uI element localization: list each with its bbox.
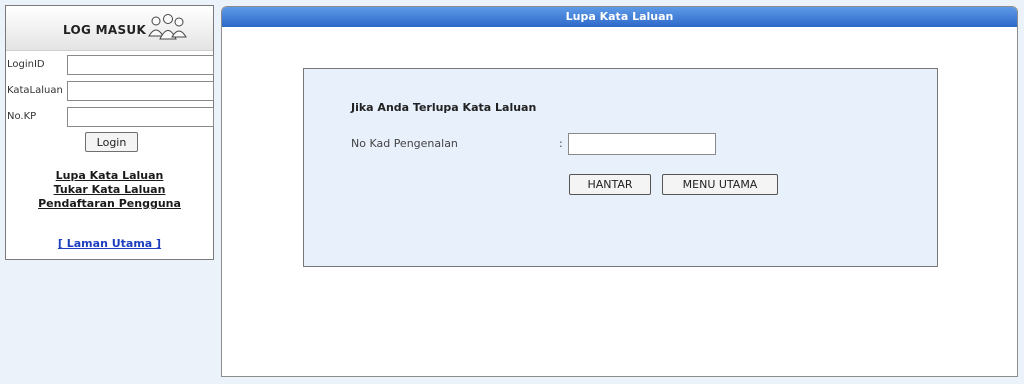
login-header: LOG MASUK: [6, 6, 213, 51]
login-panel: LOG MASUK LoginID KataLaluan No.KP Login…: [5, 5, 214, 260]
main-panel: Lupa Kata Laluan Jika Anda Terlupa Kata …: [221, 6, 1018, 377]
password-label: KataLaluan: [7, 85, 63, 96]
ic-number-label: No Kad Pengenalan: [351, 137, 458, 150]
login-links: Lupa Kata Laluan Tukar Kata Laluan Penda…: [6, 169, 213, 211]
forgot-password-link[interactable]: Lupa Kata Laluan: [6, 169, 213, 183]
forgot-password-form: Jika Anda Terlupa Kata Laluan No Kad Pen…: [303, 68, 938, 267]
ic-number-input[interactable]: [568, 133, 716, 155]
home-link[interactable]: [ Laman Utama ]: [6, 237, 213, 250]
page-title: Lupa Kata Laluan: [222, 7, 1017, 27]
change-password-link[interactable]: Tukar Kata Laluan: [6, 183, 213, 197]
login-title: LOG MASUK: [63, 23, 147, 37]
submit-button[interactable]: HANTAR: [569, 174, 651, 195]
loginid-label: LoginID: [7, 59, 45, 70]
login-button[interactable]: Login: [85, 132, 138, 152]
loginid-input[interactable]: [67, 55, 214, 75]
user-registration-link[interactable]: Pendaftaran Pengguna: [6, 197, 213, 211]
users-logo-icon: [148, 14, 187, 40]
nokp-label: No.KP: [7, 111, 37, 122]
form-heading: Jika Anda Terlupa Kata Laluan: [351, 101, 537, 114]
main-menu-button[interactable]: MENU UTAMA: [662, 174, 778, 195]
password-input[interactable]: [67, 81, 214, 101]
nokp-input[interactable]: [67, 107, 214, 127]
ic-number-colon: :: [559, 137, 563, 150]
